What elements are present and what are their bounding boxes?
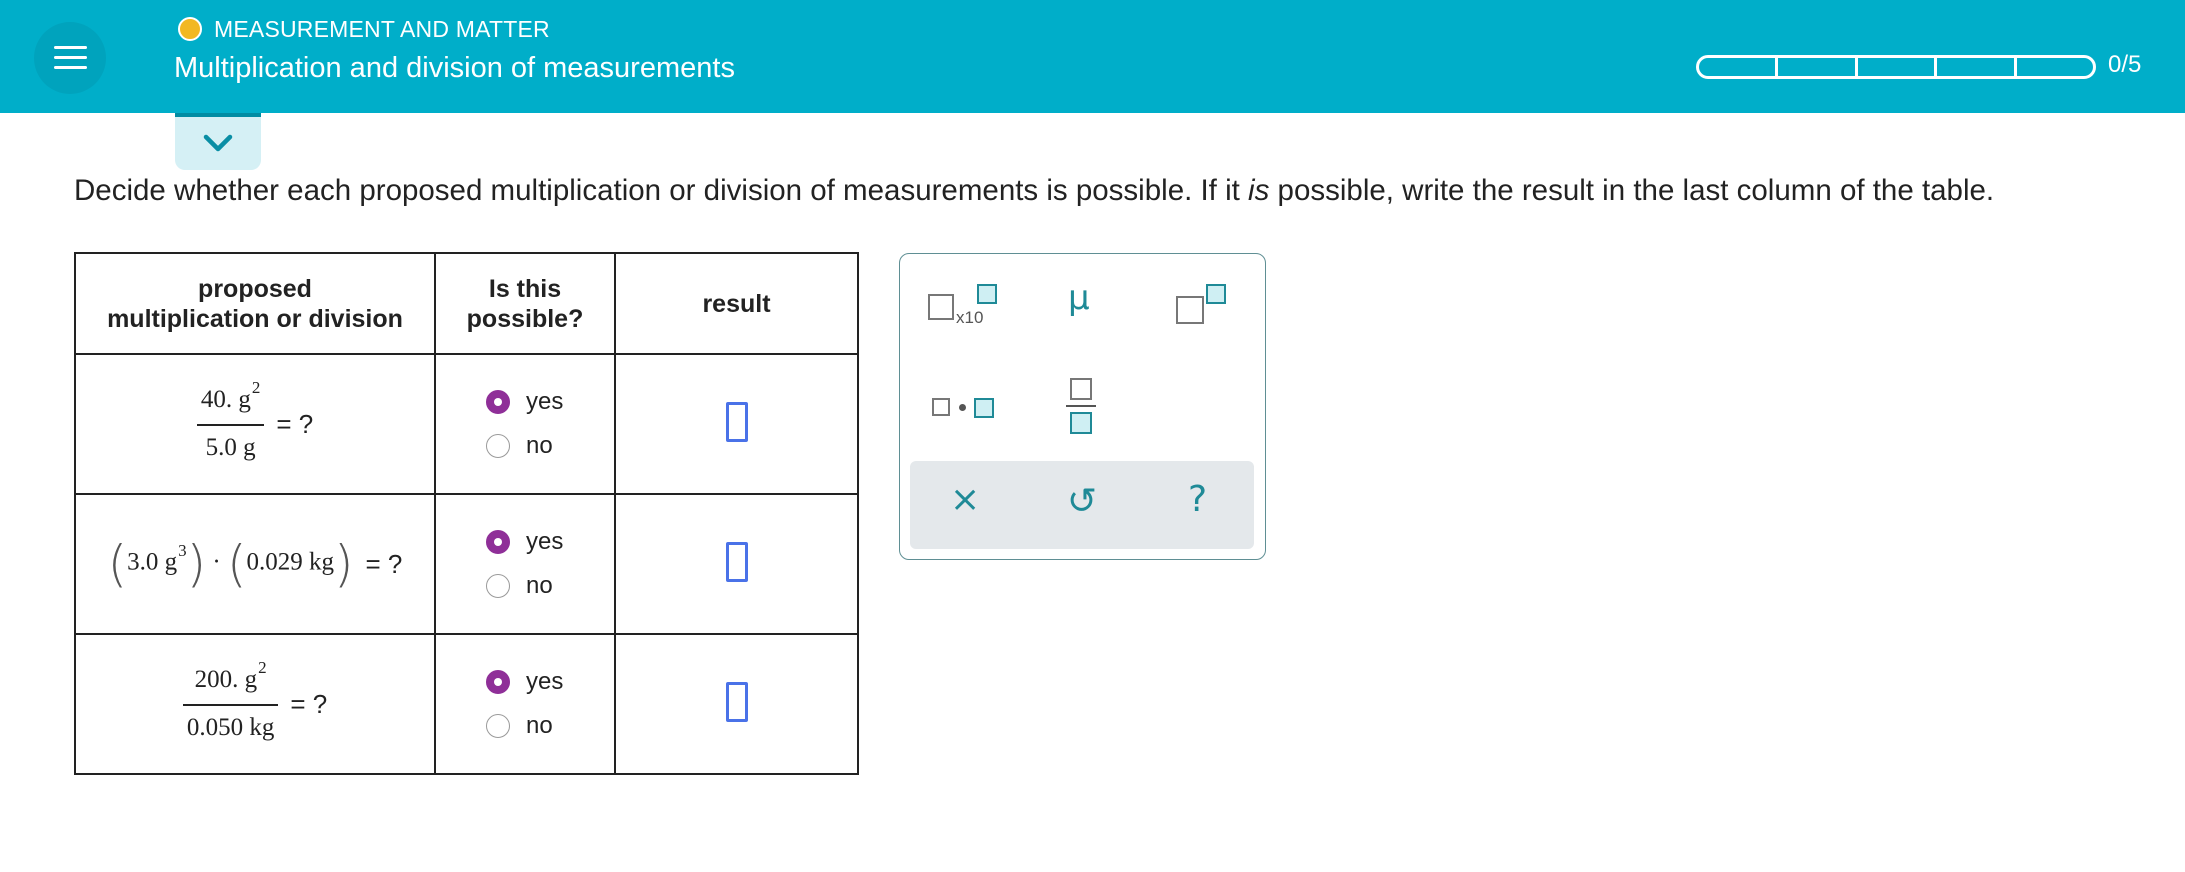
base-square-icon xyxy=(1176,296,1204,324)
yes-label: yes xyxy=(526,388,564,415)
progress-segment xyxy=(1696,55,1779,79)
topic-label: MEASUREMENT AND MATTER xyxy=(214,16,550,42)
radio-yes-selected[interactable] xyxy=(486,670,510,694)
numerator: 40. g xyxy=(200,386,251,413)
top-bar: MEASUREMENT AND MATTER Multiplication an… xyxy=(0,0,2185,113)
exponent: 3 xyxy=(178,540,187,560)
dot-icon xyxy=(959,404,966,411)
exponent: 2 xyxy=(251,378,261,397)
table-row: 200. g2 0.050 kg = ? yes no xyxy=(74,633,859,775)
collapse-toggle-button[interactable] xyxy=(175,113,261,170)
header-proposed: proposed multiplication or division xyxy=(74,252,436,355)
menu-icon-line xyxy=(54,66,87,69)
no-label: no xyxy=(526,572,553,599)
scientific-notation-button[interactable]: x10 xyxy=(928,284,998,334)
option-no[interactable]: no xyxy=(436,704,614,748)
equals-question: = ? xyxy=(365,548,403,579)
exponent-square-icon xyxy=(977,284,997,304)
result-input[interactable] xyxy=(725,401,748,442)
palette-actions: × ↺ ? xyxy=(910,461,1254,549)
numerator: 200. g xyxy=(194,666,258,693)
table-row: (3.0 g3) · (0.029 kg) = ? yes no xyxy=(74,493,859,635)
yes-label: yes xyxy=(526,668,564,695)
fraction-line-icon xyxy=(1066,405,1096,407)
mu-button[interactable]: μ xyxy=(1068,278,1090,318)
menu-icon xyxy=(54,46,87,49)
result-input[interactable] xyxy=(725,681,748,722)
option-yes[interactable]: yes xyxy=(436,660,614,704)
possible-cell: yes no xyxy=(434,633,616,775)
superscript-button[interactable] xyxy=(1176,284,1228,334)
radio-no[interactable] xyxy=(486,574,510,598)
progress-segment xyxy=(1854,55,1938,79)
result-cell xyxy=(614,493,859,635)
result-cell xyxy=(614,353,859,495)
possible-cell: yes no xyxy=(434,353,616,495)
instructions: Decide whether each proposed multiplicat… xyxy=(74,174,1994,208)
header-possible: Is this possible? xyxy=(434,252,616,355)
x10-label: x10 xyxy=(956,308,984,327)
exponent: 2 xyxy=(258,658,267,677)
clear-icon[interactable]: × xyxy=(950,479,980,520)
radio-no[interactable] xyxy=(486,714,510,738)
result-input[interactable] xyxy=(725,541,748,582)
expression-cell: 200. g2 0.050 kg = ? xyxy=(74,633,436,775)
chevron-down-icon xyxy=(203,134,233,152)
menu-icon-line xyxy=(54,56,87,59)
math-palette: x10 μ × ↺ ? xyxy=(899,253,1266,560)
no-label: no xyxy=(526,432,553,459)
division-expression: 200. g2 0.050 kg = ? xyxy=(182,658,328,745)
progress-segment xyxy=(2013,55,2097,79)
expression-cell: (3.0 g3) · (0.029 kg) = ? xyxy=(74,493,436,635)
menu-button[interactable] xyxy=(34,22,106,94)
option-yes[interactable]: yes xyxy=(436,520,614,564)
no-label: no xyxy=(526,712,553,739)
placeholder-square-icon xyxy=(928,294,954,320)
possible-cell: yes no xyxy=(434,493,616,635)
table-header-row: proposed multiplication or division Is th… xyxy=(74,252,859,355)
multiply-dot: · xyxy=(212,548,221,576)
denominator: 5.0 g xyxy=(205,434,256,461)
right-square-icon xyxy=(974,398,994,418)
topic-status-dot xyxy=(178,17,202,41)
radio-no[interactable] xyxy=(486,434,510,458)
progress-count: 0/5 xyxy=(2108,51,2142,78)
instructions-emphasis: is xyxy=(1248,174,1270,207)
progress-bar xyxy=(1696,55,2097,79)
division-expression: 40. g2 5.0 g = ? xyxy=(196,378,314,465)
multiplication-expression: (3.0 g3) · (0.029 kg) = ? xyxy=(107,535,403,593)
fraction-bar xyxy=(196,424,265,426)
table-row: 40. g2 5.0 g = ? yes no xyxy=(74,353,859,495)
left-square-icon xyxy=(932,398,950,416)
multiply-dot-button[interactable] xyxy=(932,396,998,420)
progress-segment xyxy=(1934,55,2017,79)
superscript-square-icon xyxy=(1206,284,1226,304)
denominator-square-icon xyxy=(1070,412,1092,434)
page-title: Multiplication and division of measureme… xyxy=(174,52,735,84)
undo-icon[interactable]: ↺ xyxy=(1067,481,1097,522)
equals-question: = ? xyxy=(290,688,328,719)
instructions-text-end: possible, write the result in the last c… xyxy=(1269,174,1995,207)
equals-question: = ? xyxy=(276,408,314,439)
denominator: 0.050 kg xyxy=(186,714,275,741)
expression-cell: 40. g2 5.0 g = ? xyxy=(74,353,436,495)
fraction-bar xyxy=(182,704,279,706)
instructions-text: Decide whether each proposed multiplicat… xyxy=(74,174,1249,207)
yes-label: yes xyxy=(526,528,564,555)
factor-1: 3.0 g xyxy=(127,548,178,576)
measurements-table: proposed multiplication or division Is th… xyxy=(74,252,859,775)
result-cell xyxy=(614,633,859,775)
factor-2: 0.029 kg xyxy=(246,548,334,576)
progress-segment xyxy=(1775,55,1858,79)
radio-yes-selected[interactable] xyxy=(486,530,510,554)
option-no[interactable]: no xyxy=(436,424,614,468)
option-no[interactable]: no xyxy=(436,564,614,608)
fraction-button[interactable] xyxy=(1066,378,1096,436)
help-icon[interactable]: ? xyxy=(1188,479,1207,520)
numerator-square-icon xyxy=(1070,378,1092,400)
radio-yes-selected[interactable] xyxy=(486,390,510,414)
header-result: result xyxy=(614,252,859,355)
option-yes[interactable]: yes xyxy=(436,380,614,424)
